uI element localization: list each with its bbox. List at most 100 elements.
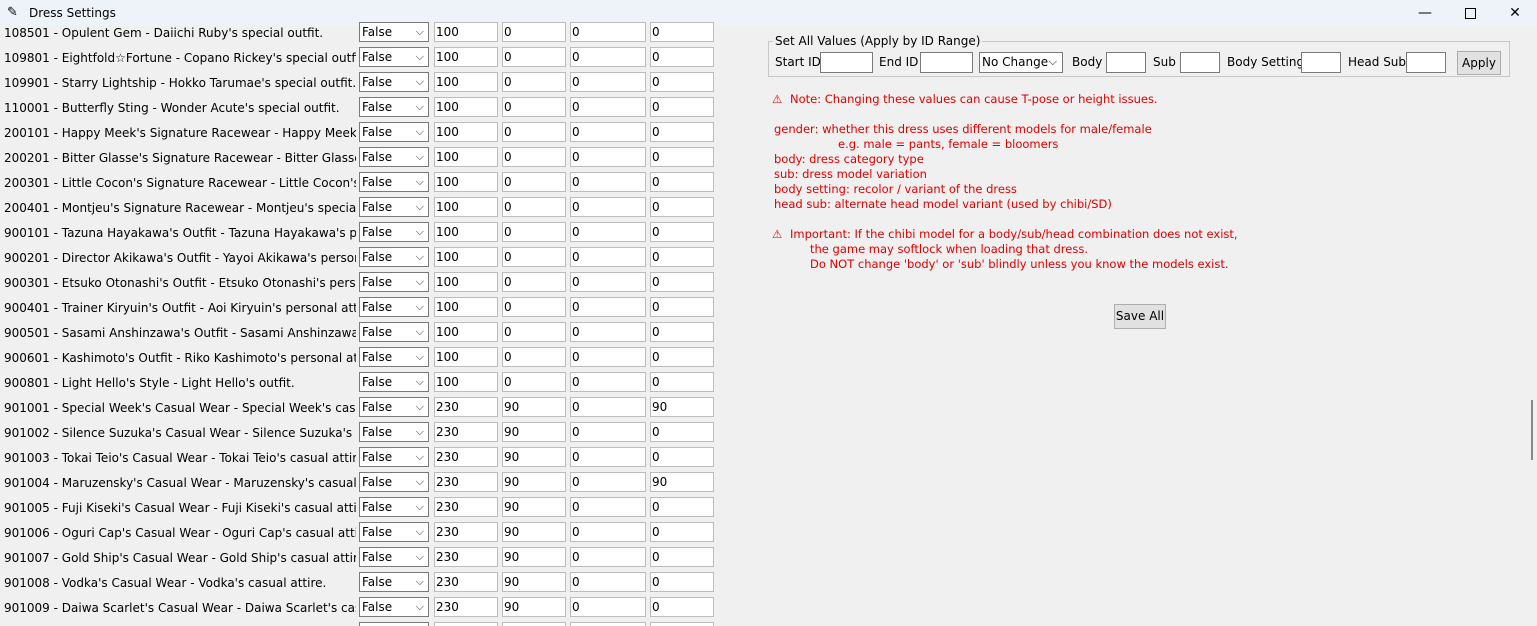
head-sub-field[interactable]: 0 — [650, 297, 714, 317]
sub-field[interactable]: 90 — [502, 422, 566, 442]
body-field[interactable]: 100 — [434, 97, 498, 117]
sub-field[interactable]: 0 — [502, 272, 566, 292]
body-setting-field[interactable]: 0 — [570, 497, 646, 517]
body-setting-field[interactable]: 0 — [570, 272, 646, 292]
head-sub-field[interactable]: 0 — [650, 572, 714, 592]
body-setting-field[interactable]: 0 — [570, 97, 646, 117]
gender-select[interactable]: False ⌵ — [359, 572, 429, 592]
body-field[interactable]: 230 — [434, 547, 498, 567]
head-sub-field[interactable]: 0 — [650, 522, 714, 542]
body-field[interactable]: 100 — [434, 47, 498, 67]
head-sub-field[interactable]: 0 — [650, 497, 714, 517]
head-sub-field[interactable]: 0 — [650, 147, 714, 167]
head-sub-field[interactable]: 0 — [650, 197, 714, 217]
body-input[interactable] — [1106, 52, 1146, 73]
head-sub-field[interactable]: 0 — [650, 322, 714, 342]
sub-field[interactable]: 0 — [502, 322, 566, 342]
sub-field[interactable]: 90 — [502, 547, 566, 567]
gender-select[interactable]: False ⌵ — [359, 97, 429, 117]
head-sub-field[interactable]: 0 — [650, 172, 714, 192]
sub-input[interactable] — [1180, 52, 1220, 73]
body-field[interactable]: 100 — [434, 22, 498, 42]
gender-select[interactable]: False ⌵ — [359, 147, 429, 167]
apply-button[interactable]: Apply — [1457, 51, 1501, 75]
head-sub-field[interactable]: 0 — [650, 347, 714, 367]
body-setting-field[interactable]: 0 — [570, 447, 646, 467]
gender-select[interactable]: False ⌵ — [359, 47, 429, 67]
body-field[interactable]: 230 — [434, 597, 498, 617]
minimize-button[interactable]: — — [1402, 0, 1448, 26]
sub-field[interactable]: 0 — [502, 347, 566, 367]
body-setting-field[interactable]: 0 — [570, 572, 646, 592]
body-setting-field[interactable]: 0 — [570, 222, 646, 242]
sub-field[interactable]: 90 — [502, 397, 566, 417]
body-field[interactable]: 100 — [434, 147, 498, 167]
close-button[interactable]: ✕ — [1492, 0, 1537, 26]
sub-field[interactable]: 90 — [502, 522, 566, 542]
sub-field[interactable]: 90 — [502, 572, 566, 592]
sub-field[interactable]: 0 — [502, 197, 566, 217]
sub-field[interactable]: 0 — [502, 72, 566, 92]
sub-field[interactable]: 90 — [502, 597, 566, 617]
sub-field[interactable]: 0 — [502, 97, 566, 117]
gender-select[interactable]: False ⌵ — [359, 172, 429, 192]
gender-select[interactable]: False ⌵ — [359, 22, 429, 42]
sub-field[interactable]: 90 — [502, 497, 566, 517]
body-setting-field[interactable]: 0 — [570, 22, 646, 42]
head-sub-field[interactable] — [650, 622, 714, 626]
body-field[interactable]: 230 — [434, 397, 498, 417]
head-sub-field[interactable]: 0 — [650, 72, 714, 92]
body-setting-field[interactable]: 0 — [570, 547, 646, 567]
gender-select[interactable]: False ⌵ — [359, 372, 429, 392]
body-field[interactable]: 100 — [434, 297, 498, 317]
sub-field[interactable]: 0 — [502, 172, 566, 192]
sub-field[interactable]: 0 — [502, 297, 566, 317]
body-field[interactable]: 100 — [434, 122, 498, 142]
body-setting-field[interactable]: 0 — [570, 247, 646, 267]
gender-select[interactable]: False ⌵ — [359, 122, 429, 142]
sub-field[interactable] — [502, 622, 566, 626]
gender-select[interactable]: False ⌵ — [359, 322, 429, 342]
mode-select[interactable]: No Change ⌵ — [979, 52, 1063, 73]
head-sub-field[interactable]: 0 — [650, 272, 714, 292]
body-setting-field[interactable]: 0 — [570, 122, 646, 142]
sub-field[interactable]: 0 — [502, 22, 566, 42]
sub-field[interactable]: 90 — [502, 472, 566, 492]
body-field[interactable]: 230 — [434, 522, 498, 542]
head-sub-field[interactable]: 0 — [650, 447, 714, 467]
end-id-input[interactable] — [920, 52, 973, 73]
gender-select[interactable]: False ⌵ — [359, 347, 429, 367]
body-setting-field[interactable]: 0 — [570, 422, 646, 442]
body-setting-field[interactable]: 0 — [570, 172, 646, 192]
body-setting-field[interactable]: 0 — [570, 147, 646, 167]
gender-select[interactable]: ⌵ — [359, 622, 429, 626]
gender-select[interactable]: False ⌵ — [359, 397, 429, 417]
body-field[interactable]: 230 — [434, 572, 498, 592]
body-field[interactable]: 100 — [434, 347, 498, 367]
body-field[interactable] — [434, 622, 498, 626]
body-setting-field[interactable]: 0 — [570, 372, 646, 392]
head-sub-field[interactable]: 0 — [650, 597, 714, 617]
gender-select[interactable]: False ⌵ — [359, 197, 429, 217]
body-field[interactable]: 100 — [434, 72, 498, 92]
sub-field[interactable]: 0 — [502, 222, 566, 242]
body-field[interactable]: 230 — [434, 422, 498, 442]
head-sub-field[interactable]: 0 — [650, 47, 714, 67]
sub-field[interactable]: 0 — [502, 247, 566, 267]
gender-select[interactable]: False ⌵ — [359, 472, 429, 492]
body-field[interactable]: 230 — [434, 447, 498, 467]
sub-field[interactable]: 90 — [502, 447, 566, 467]
save-all-button[interactable]: Save All — [1114, 304, 1166, 329]
body-field[interactable]: 100 — [434, 322, 498, 342]
body-setting-field[interactable]: 0 — [570, 347, 646, 367]
body-field[interactable]: 100 — [434, 197, 498, 217]
head-sub-field[interactable]: 0 — [650, 547, 714, 567]
body-setting-field[interactable]: 0 — [570, 397, 646, 417]
body-setting-field[interactable]: 0 — [570, 597, 646, 617]
body-setting-field[interactable]: 0 — [570, 47, 646, 67]
body-field[interactable]: 230 — [434, 497, 498, 517]
gender-select[interactable]: False ⌵ — [359, 247, 429, 267]
gender-select[interactable]: False ⌵ — [359, 297, 429, 317]
head-sub-field[interactable]: 0 — [650, 122, 714, 142]
gender-select[interactable]: False ⌵ — [359, 522, 429, 542]
